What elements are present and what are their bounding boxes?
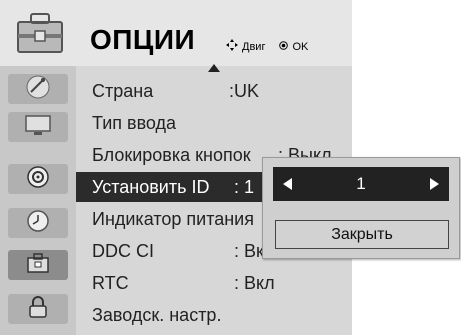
menu-item-rtc[interactable]: RTC : Вкл (76, 268, 352, 298)
monitor-icon (24, 114, 52, 141)
id-value: 1 (356, 174, 366, 193)
arrow-right-icon[interactable] (430, 178, 439, 190)
menu-item-label: DDC CI (92, 240, 154, 261)
options-toolbox-icon (15, 10, 65, 56)
category-sidebar (0, 66, 76, 335)
nav-legend: Двиг OK (226, 39, 308, 54)
sidebar-item-audio[interactable] (8, 164, 68, 194)
menu-item-label: RTC (92, 272, 129, 293)
menu-item-factory-reset[interactable]: Заводск. настр. (76, 300, 352, 330)
page-title: ОПЦИИ (90, 24, 196, 55)
arrow-left-icon[interactable] (283, 178, 292, 190)
id-value-spinner[interactable]: 1 (273, 167, 449, 201)
menu-item-value: : Вкл (234, 272, 275, 293)
menu-item-input-label[interactable]: Тип ввода (76, 108, 352, 138)
sidebar-item-lock[interactable] (8, 294, 68, 324)
menu-item-label: Индикатор питания (92, 208, 254, 229)
sidebar-item-channel[interactable] (8, 74, 68, 104)
close-button[interactable]: Закрыть (275, 220, 449, 249)
satellite-dish-icon (25, 74, 51, 105)
speaker-icon (26, 165, 50, 194)
ok-button-icon (279, 40, 289, 53)
sidebar-item-options[interactable] (8, 250, 68, 280)
set-id-popup: 1 Закрыть (262, 157, 460, 259)
lock-icon (28, 295, 48, 324)
move-arrows-icon (226, 39, 238, 54)
menu-item-label: Заводск. настр. (92, 304, 222, 325)
options-toolbox-icon (26, 252, 50, 279)
move-hint: Двиг (242, 40, 266, 53)
menu-item-label: Тип ввода (92, 112, 177, 133)
menu-item-value: :UK (229, 80, 260, 101)
menu-item-label: Страна (92, 80, 154, 101)
sidebar-item-picture[interactable] (8, 112, 68, 142)
menu-item-country[interactable]: Страна :UK (76, 76, 352, 106)
menu-item-label: Установить ID (92, 176, 210, 197)
menu-item-label: Блокировка кнопок (92, 144, 251, 165)
ok-hint: OK (292, 40, 309, 53)
clock-icon (26, 209, 50, 238)
menu-item-value: : 1 (234, 176, 255, 197)
sidebar-item-time[interactable] (8, 208, 68, 238)
menu-header: ОПЦИИ Двиг OK (0, 0, 352, 72)
